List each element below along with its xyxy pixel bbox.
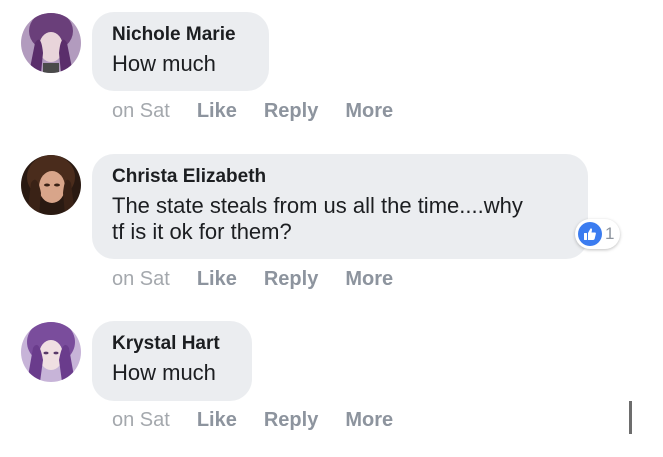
like-button[interactable]: Like <box>197 100 237 122</box>
comment-timestamp[interactable]: on Sat <box>112 100 170 122</box>
comment-timestamp[interactable]: on Sat <box>112 268 170 290</box>
comment-timestamp[interactable]: on Sat <box>112 409 170 431</box>
comment-bubble: Nichole Marie How much <box>92 12 269 91</box>
more-button[interactable]: More <box>345 409 393 431</box>
reply-button[interactable]: Reply <box>264 268 318 290</box>
comment-actions: on Sat Like Reply More <box>112 99 393 123</box>
avatar[interactable] <box>21 13 81 73</box>
reply-button[interactable]: Reply <box>264 100 318 122</box>
reply-button[interactable]: Reply <box>264 409 318 431</box>
comment-author[interactable]: Nichole Marie <box>112 23 249 47</box>
avatar[interactable] <box>21 322 81 382</box>
comment-text: How much <box>112 360 216 385</box>
comment-author[interactable]: Krystal Hart <box>112 332 232 356</box>
text-cursor <box>629 401 632 434</box>
comment-actions: on Sat Like Reply More <box>112 408 393 432</box>
avatar[interactable] <box>21 155 81 215</box>
comment-author[interactable]: Christa Elizabeth <box>112 165 568 189</box>
reaction-summary[interactable]: 1 <box>575 219 621 249</box>
comment-text: The state steals from us all the time...… <box>112 193 523 244</box>
more-button[interactable]: More <box>345 100 393 122</box>
reaction-count: 1 <box>605 224 615 243</box>
comment-actions: on Sat Like Reply More <box>112 267 393 291</box>
comment-bubble: Christa Elizabeth The state steals from … <box>92 154 588 259</box>
more-button[interactable]: More <box>345 268 393 290</box>
thumbs-up-icon <box>578 222 602 246</box>
comment-text: How much <box>112 51 216 76</box>
like-button[interactable]: Like <box>197 409 237 431</box>
comment-bubble: Krystal Hart How much <box>92 321 252 401</box>
like-button[interactable]: Like <box>197 268 237 290</box>
